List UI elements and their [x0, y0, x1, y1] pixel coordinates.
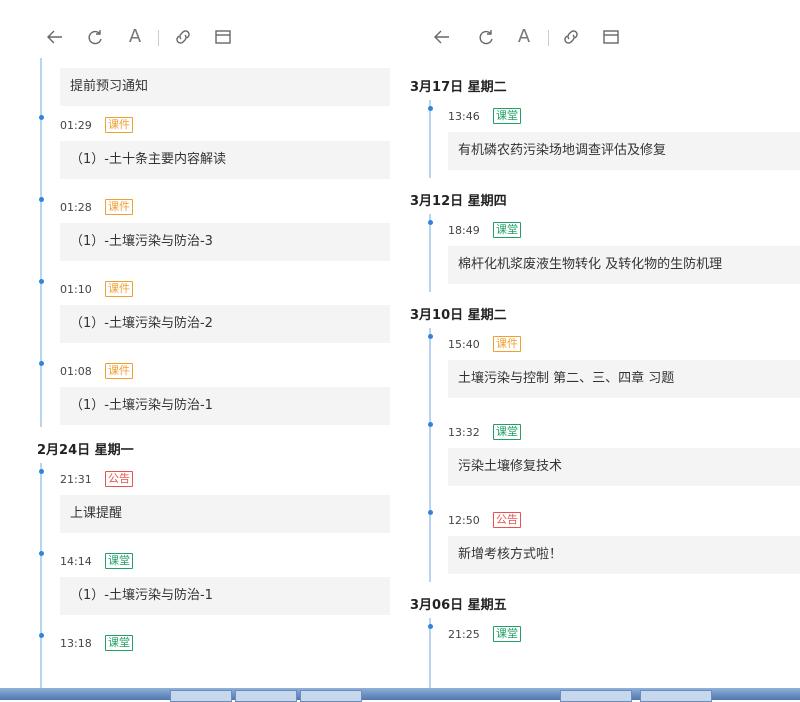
entry-tag-badge: 课堂: [105, 635, 133, 651]
timeline-dot: [427, 220, 433, 225]
entry-time: 01:10: [60, 283, 92, 296]
refresh-icon[interactable]: [84, 26, 106, 48]
timeline-line: [429, 214, 431, 292]
entry-tag-badge: 课件: [105, 281, 133, 297]
right-toolbar: A: [405, 0, 800, 60]
taskbar-button[interactable]: [170, 690, 232, 702]
list-item-card[interactable]: （1）-土壤污染与防治-1: [60, 387, 390, 425]
panel-gap: [395, 0, 405, 700]
back-arrow-icon[interactable]: [431, 26, 453, 48]
list-item-card[interactable]: （1）-土壤污染与防治-1: [60, 577, 390, 615]
taskbar: [0, 688, 800, 702]
link-icon[interactable]: [560, 26, 582, 48]
link-icon[interactable]: [172, 26, 194, 48]
timeline-line: [40, 463, 42, 700]
entry-time: 18:49: [448, 224, 480, 237]
list-item-card[interactable]: 有机磷农药污染场地调查评估及修复: [448, 132, 800, 170]
date-header: 3月12日 星期四: [410, 194, 507, 209]
taskbar-button[interactable]: [640, 690, 712, 702]
entry-tag-badge: 课件: [493, 336, 521, 352]
timeline-dot: [38, 633, 44, 638]
entry-time: 12:50: [448, 514, 480, 527]
window-icon[interactable]: [212, 26, 234, 48]
timeline-dot: [38, 115, 44, 120]
entry-tag-badge: 课件: [105, 199, 133, 215]
entry-time: 21:31: [60, 473, 92, 486]
list-item-card[interactable]: 污染土壤修复技术: [448, 448, 800, 486]
toolbar-divider: [548, 30, 549, 46]
entry-time: 13:32: [448, 426, 480, 439]
timeline-dot: [427, 106, 433, 111]
entry-tag-badge: 课堂: [493, 626, 521, 642]
list-item-card[interactable]: （1）-土十条主要内容解读: [60, 141, 390, 179]
taskbar-button[interactable]: [300, 690, 362, 702]
date-header: 3月17日 星期二: [410, 80, 507, 95]
entry-time: 01:28: [60, 201, 92, 214]
timeline-dot: [38, 197, 44, 202]
timeline-dot: [427, 334, 433, 339]
font-a-icon[interactable]: A: [513, 26, 535, 48]
entry-tag-badge: 课件: [105, 117, 133, 133]
taskbar-button[interactable]: [235, 690, 297, 702]
timeline-dot: [427, 422, 433, 427]
window-icon[interactable]: [600, 26, 622, 48]
date-header: 2月24日 星期一: [37, 443, 134, 458]
timeline-dot: [38, 551, 44, 556]
list-item-card[interactable]: （1）-土壤污染与防治-2: [60, 305, 390, 343]
left-toolbar: A: [0, 0, 395, 60]
list-item-card[interactable]: 新增考核方式啦！: [448, 536, 800, 574]
date-header: 3月06日 星期五: [410, 598, 507, 613]
list-item-card[interactable]: 棉杆化机浆废液生物转化 及转化物的生防机理: [448, 246, 800, 284]
left-panel: A 提前预习通知 01:29 课件 （1）-土十条主要内容解读 01:28 课件 （1）-土…: [0, 0, 395, 700]
entry-tag-badge: 课堂: [493, 108, 521, 124]
list-item-card[interactable]: 提前预习通知: [60, 68, 390, 106]
timeline-line: [429, 328, 431, 582]
entry-time: 15:40: [448, 338, 480, 351]
entry-tag-badge: 课堂: [493, 222, 521, 238]
timeline-dot: [38, 361, 44, 366]
entry-time: 14:14: [60, 555, 92, 568]
timeline-dot: [427, 624, 433, 629]
entry-tag-badge: 课堂: [105, 553, 133, 569]
back-arrow-icon[interactable]: [44, 26, 66, 48]
entry-tag-badge: 公告: [105, 471, 133, 487]
entry-tag-badge: 公告: [493, 512, 521, 528]
timeline-dot: [427, 510, 433, 515]
toolbar-divider: [158, 30, 159, 46]
entry-tag-badge: 课堂: [493, 424, 521, 440]
refresh-icon[interactable]: [475, 26, 497, 48]
timeline-dot: [38, 279, 44, 284]
list-item-card[interactable]: 上课提醒: [60, 495, 390, 533]
entry-time: 01:29: [60, 119, 92, 132]
list-item-card[interactable]: （1）-土壤污染与防治-3: [60, 223, 390, 261]
entry-time: 13:18: [60, 637, 92, 650]
date-header: 3月10日 星期二: [410, 308, 507, 323]
font-a-icon[interactable]: A: [124, 26, 146, 48]
entry-time: 13:46: [448, 110, 480, 123]
timeline-line: [429, 100, 431, 178]
entry-tag-badge: 课件: [105, 363, 133, 379]
list-item-card[interactable]: 土壤污染与控制 第二、三、四章 习题: [448, 360, 800, 398]
right-panel: A 3月17日 星期二 13:46 课堂 有机磷农药污染场地调查评估及修复 3月12日 …: [405, 0, 800, 700]
taskbar-button[interactable]: [560, 690, 632, 702]
entry-time: 01:08: [60, 365, 92, 378]
timeline-dot: [38, 469, 44, 474]
timeline-line: [40, 58, 42, 427]
entry-time: 21:25: [448, 628, 480, 641]
